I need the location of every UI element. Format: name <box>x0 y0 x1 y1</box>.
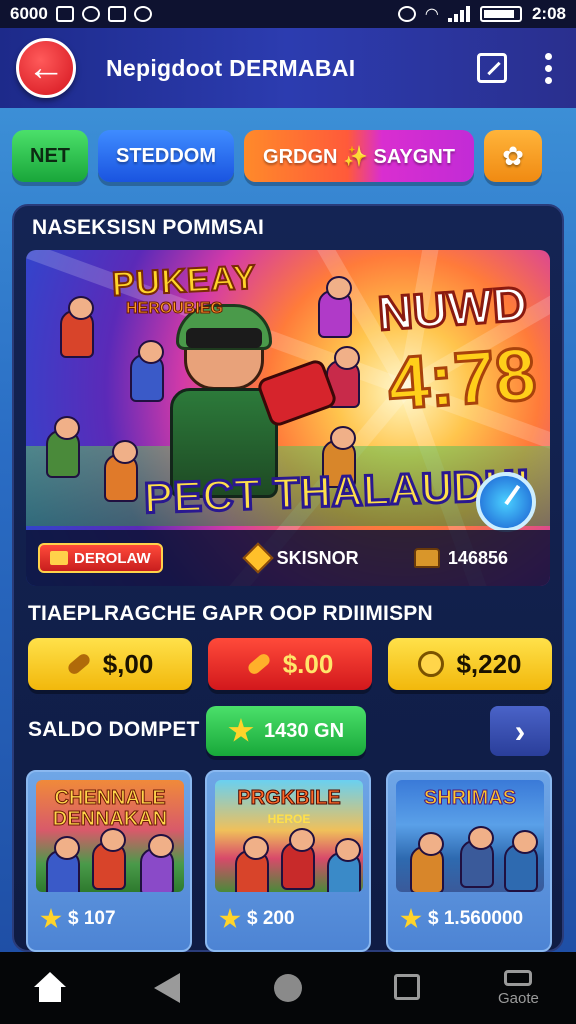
game-thumbnail: PRGKBILE HEROE <box>215 780 363 892</box>
nav-recents[interactable] <box>394 974 420 1000</box>
chevron-right-icon: › <box>514 712 526 749</box>
recents-icon <box>394 974 420 1000</box>
game-thumbnail: CHENNALE DENNAKAN <box>36 780 184 892</box>
banner-footer-right: 146856 <box>413 547 508 569</box>
flower-icon: ✿ <box>502 140 524 171</box>
banner-number: 4:78 <box>384 330 541 426</box>
star-icon <box>219 908 241 929</box>
nav-games-label: Gaote <box>498 990 539 1007</box>
chip-flower[interactable]: ✿ <box>484 130 542 182</box>
chip-steddom[interactable]: STEDDOM <box>98 130 234 182</box>
battery-icon <box>479 6 522 22</box>
wallet-title: SALDO DOMPET <box>28 718 200 741</box>
gallery-icon <box>107 6 126 22</box>
signal-icon <box>447 6 470 22</box>
status-left: 6000 <box>10 4 152 24</box>
status-left-text: 6000 <box>10 4 48 23</box>
prices-title: TIAEPLRAGCHE GAPR OOP RDIIMISPN <box>28 602 433 625</box>
back-button[interactable]: ← <box>16 38 76 98</box>
nav-games[interactable]: Gaote <box>498 970 539 1007</box>
character-figure <box>130 340 164 402</box>
next-button[interactable]: › <box>490 706 550 756</box>
price-button-1[interactable]: $,00 <box>28 638 192 690</box>
back-arrow-icon: ← <box>27 46 65 89</box>
price-label: $,00 <box>102 648 154 679</box>
banner-footer-mid: SKISNOR <box>242 542 359 574</box>
character-figure <box>46 416 80 478</box>
home-icon <box>32 972 68 1004</box>
banner-footer-mid-label: SKISNOR <box>276 547 359 568</box>
status-bar: 6000 ◠ 2:08 <box>0 0 576 28</box>
character-figure <box>318 276 352 338</box>
page-title: Nepigdoot DERMABAI <box>106 54 356 81</box>
chip-net[interactable]: NET <box>12 130 88 182</box>
ticket-icon <box>65 651 92 677</box>
bottom-nav: Gaote <box>0 952 576 1024</box>
promo-section-title: NASEKSISN POMMSAI <box>32 216 265 239</box>
banner-footer: DEROLAW SKISNOR 146856 <box>26 530 550 586</box>
star-icon <box>40 908 62 929</box>
ticket-icon <box>50 551 68 565</box>
game-card[interactable]: CHENNALE DENNAKAN $ 107 <box>26 770 192 952</box>
price-button-3[interactable]: $,220 <box>388 638 552 690</box>
wallet-balance: 1430 GN <box>263 719 345 742</box>
banner-logo-sub: HEROUBIEG <box>126 300 224 318</box>
banner-logo: PUKEAY <box>110 257 258 305</box>
game-title: SHRIMAS <box>423 787 517 809</box>
price-label: $,220 <box>456 648 522 679</box>
wifi-icon: ◠ <box>425 6 438 23</box>
diamond-icon <box>242 542 274 574</box>
game-rating: $ 107 <box>40 908 116 930</box>
game-thumbnail: SHRIMAS <box>396 780 544 892</box>
game-card[interactable]: PRGKBILE HEROE $ 200 <box>205 770 371 952</box>
category-chips: NET STEDDOM GRDGN ✨ SAYGNT ✿ <box>12 130 542 182</box>
shield-icon <box>55 6 74 22</box>
price-button-2[interactable]: $.00 <box>208 638 372 690</box>
home-circle-icon <box>274 974 302 1002</box>
media-icon <box>81 6 100 22</box>
banner-badge-label: DEROLAW <box>74 549 151 567</box>
status-right: ◠ 2:08 <box>397 4 566 24</box>
game-title: PRGKBILE <box>237 787 341 809</box>
character-figure <box>104 440 138 502</box>
chip-grdgn[interactable]: GRDGN ✨ SAYGNT <box>244 130 474 182</box>
edit-icon[interactable] <box>477 53 507 83</box>
game-title: CHENNALE DENNAKAN <box>52 787 168 830</box>
game-rating-value: $ 107 <box>68 908 116 929</box>
game-card[interactable]: SHRIMAS $ 1.560000 <box>386 770 552 952</box>
nav-home-circle[interactable] <box>274 974 302 1002</box>
chest-icon <box>413 548 440 568</box>
clock-icon <box>476 472 536 532</box>
promo-banner[interactable]: PUKEAY HEROUBIEG NUWD 4:78 PECT THALAUDH… <box>26 250 550 586</box>
nav-home[interactable] <box>32 972 68 1004</box>
back-triangle-icon <box>154 973 180 1003</box>
banner-badge[interactable]: DEROLAW <box>38 543 163 573</box>
game-rating: $ 1.560000 <box>400 908 523 930</box>
notification-icon <box>133 6 152 22</box>
game-subtitle: HEROE <box>267 812 311 826</box>
star-icon <box>228 718 254 742</box>
star-icon <box>400 908 422 929</box>
header-actions <box>477 52 552 84</box>
wallet-balance-button[interactable]: 1430 GN <box>206 706 366 756</box>
app-header: ← Nepigdoot DERMABAI <box>0 28 576 108</box>
more-vertical-icon[interactable] <box>545 52 552 84</box>
nav-back[interactable] <box>154 973 180 1003</box>
alarm-icon <box>397 6 416 22</box>
banner-footer-right-label: 146856 <box>447 547 508 568</box>
price-label: $.00 <box>282 648 334 679</box>
game-rating-value: $ 200 <box>247 908 295 929</box>
game-rating: $ 200 <box>219 908 295 930</box>
character-figure <box>60 296 94 358</box>
price-row: $,00 $.00 $,220 <box>28 638 552 690</box>
games-icon <box>504 970 533 986</box>
status-time: 2:08 <box>531 4 566 23</box>
ticket-icon <box>245 651 272 677</box>
game-rating-value: $ 1.560000 <box>428 908 524 929</box>
coin-icon <box>418 651 445 677</box>
